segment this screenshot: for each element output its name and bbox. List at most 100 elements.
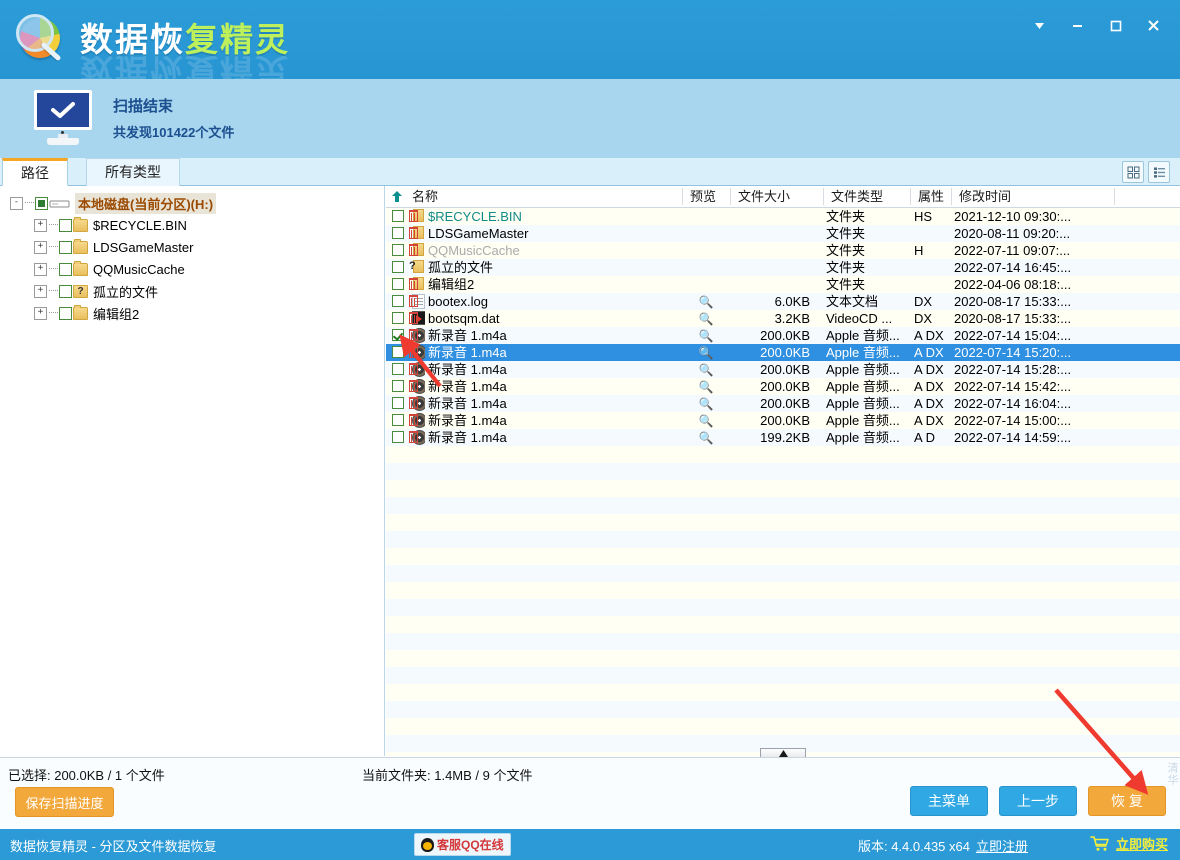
table-row[interactable]: bootex.log 🔍 6.0KB 文本文档 DX 2020-08-17 15:33:.… bbox=[386, 293, 1180, 310]
tree-checkbox[interactable] bbox=[59, 218, 72, 232]
row-file-name[interactable]: 新录音 1.m4a bbox=[428, 429, 668, 446]
tree-checkbox[interactable] bbox=[59, 262, 72, 276]
row-preview-cell[interactable]: 🔍 bbox=[686, 378, 726, 395]
tree-node-root[interactable]: - 本地磁盘(当前分区)(H:) bbox=[6, 192, 384, 214]
search-icon[interactable]: 🔍 bbox=[699, 414, 714, 428]
tab-path[interactable]: 路径 bbox=[2, 158, 68, 186]
tree-node-ldsgamemaster[interactable]: + LDSGameMaster bbox=[6, 236, 384, 258]
close-icon[interactable] bbox=[1134, 8, 1172, 42]
search-icon[interactable]: 🔍 bbox=[699, 380, 714, 394]
detail-view-icon[interactable] bbox=[1148, 161, 1170, 183]
row-checkbox[interactable] bbox=[392, 312, 404, 324]
search-icon[interactable]: 🔍 bbox=[699, 329, 714, 343]
column-header-size[interactable]: 文件大小 bbox=[732, 186, 824, 207]
tree-expander-icon[interactable]: - bbox=[10, 196, 23, 210]
column-header-attr[interactable]: 属性 bbox=[912, 186, 952, 207]
row-checkbox-cell[interactable] bbox=[392, 244, 406, 257]
search-icon[interactable]: 🔍 bbox=[699, 346, 714, 360]
table-row[interactable]: ? 孤立的文件 文件夹 2022-07-14 16:45:... bbox=[386, 259, 1180, 276]
row-preview-cell[interactable]: 🔍 bbox=[686, 429, 726, 446]
table-row[interactable]: bootsqm.dat 🔍 3.2KB VideoCD ... DX 2020-08-17… bbox=[386, 310, 1180, 327]
table-row[interactable]: 新录音 1.m4a 🔍 200.0KB Apple 音频... A DX 2022-07-… bbox=[386, 395, 1180, 412]
tree-expander-icon[interactable]: + bbox=[34, 262, 47, 276]
row-checkbox-cell[interactable] bbox=[392, 261, 406, 274]
tree-node-qqmusiccache[interactable]: + QQMusicCache bbox=[6, 258, 384, 280]
tree-node-editgroup2[interactable]: + 编辑组2 bbox=[6, 302, 384, 324]
row-checkbox-cell[interactable] bbox=[392, 227, 406, 240]
save-scan-progress-button[interactable]: 保存扫描进度 bbox=[15, 787, 114, 817]
row-checkbox-cell[interactable] bbox=[392, 414, 406, 427]
tree-expander-icon[interactable]: + bbox=[34, 218, 47, 232]
row-checkbox[interactable] bbox=[392, 329, 404, 341]
row-preview-cell[interactable] bbox=[686, 225, 726, 242]
row-checkbox[interactable] bbox=[392, 261, 404, 273]
row-file-name[interactable]: 新录音 1.m4a bbox=[428, 378, 668, 395]
row-checkbox-cell[interactable] bbox=[392, 295, 406, 308]
tree-checkbox[interactable] bbox=[59, 240, 72, 254]
row-file-name[interactable]: 新录音 1.m4a bbox=[428, 395, 668, 412]
row-checkbox[interactable] bbox=[392, 363, 404, 375]
search-icon[interactable]: 🔍 bbox=[699, 363, 714, 377]
row-file-name[interactable]: 新录音 1.m4a bbox=[428, 344, 668, 361]
table-row[interactable]: 编辑组2 文件夹 2022-04-06 08:18:... bbox=[386, 276, 1180, 293]
main-menu-button[interactable]: 主菜单 bbox=[910, 786, 988, 816]
row-checkbox-cell[interactable] bbox=[392, 210, 406, 223]
row-file-name[interactable]: 编辑组2 bbox=[428, 276, 668, 293]
row-preview-cell[interactable]: 🔍 bbox=[686, 310, 726, 327]
row-checkbox[interactable] bbox=[392, 431, 404, 443]
tree-node-orphan-files[interactable]: + ? 孤立的文件 bbox=[6, 280, 384, 302]
qq-support-button[interactable]: 客服QQ在线 bbox=[414, 833, 511, 856]
row-file-name[interactable]: $RECYCLE.BIN bbox=[428, 208, 668, 225]
row-checkbox-cell[interactable] bbox=[392, 380, 406, 393]
row-checkbox[interactable] bbox=[392, 346, 404, 358]
row-checkbox-cell[interactable] bbox=[392, 346, 406, 359]
tree-checkbox[interactable] bbox=[35, 196, 48, 210]
row-checkbox-cell[interactable] bbox=[392, 329, 406, 342]
tree-expander-icon[interactable]: + bbox=[34, 284, 47, 298]
column-header-preview[interactable]: 预览 bbox=[684, 186, 730, 207]
column-header-name[interactable]: 名称 bbox=[406, 186, 686, 207]
row-checkbox-cell[interactable] bbox=[392, 278, 406, 291]
row-checkbox[interactable] bbox=[392, 295, 404, 307]
tree-checkbox[interactable] bbox=[59, 284, 72, 298]
row-preview-cell[interactable]: 🔍 bbox=[686, 293, 726, 310]
tree-expander-icon[interactable]: + bbox=[34, 306, 47, 320]
tree-expander-icon[interactable]: + bbox=[34, 240, 47, 254]
table-row[interactable]: $RECYCLE.BIN 文件夹 HS 2021-12-10 09:30:... bbox=[386, 208, 1180, 225]
buy-now-button[interactable]: 立即购买 bbox=[1090, 834, 1168, 853]
row-checkbox[interactable] bbox=[392, 210, 404, 222]
table-row[interactable]: 新录音 1.m4a 🔍 199.2KB Apple 音频... A D 2022-07-1… bbox=[386, 429, 1180, 446]
row-preview-cell[interactable]: 🔍 bbox=[686, 395, 726, 412]
table-row[interactable]: 新录音 1.m4a 🔍 200.0KB Apple 音频... A DX 2022-07-… bbox=[386, 361, 1180, 378]
row-file-name[interactable]: 新录音 1.m4a bbox=[428, 327, 668, 344]
search-icon[interactable]: 🔍 bbox=[699, 397, 714, 411]
row-checkbox[interactable] bbox=[392, 397, 404, 409]
row-file-name[interactable]: QQMusicCache bbox=[428, 242, 668, 259]
row-preview-cell[interactable]: 🔍 bbox=[686, 327, 726, 344]
table-row[interactable]: 新录音 1.m4a 🔍 200.0KB Apple 音频... A DX 2022-07-… bbox=[386, 412, 1180, 429]
tree-checkbox[interactable] bbox=[59, 306, 72, 320]
previous-step-button[interactable]: 上一步 bbox=[999, 786, 1077, 816]
row-preview-cell[interactable] bbox=[686, 208, 726, 225]
row-preview-cell[interactable]: 🔍 bbox=[686, 361, 726, 378]
row-checkbox-cell[interactable] bbox=[392, 431, 406, 444]
row-file-name[interactable]: 新录音 1.m4a bbox=[428, 361, 668, 378]
column-header-type[interactable]: 文件类型 bbox=[825, 186, 911, 207]
row-checkbox-cell[interactable] bbox=[392, 312, 406, 325]
row-preview-cell[interactable] bbox=[686, 276, 726, 293]
search-icon[interactable]: 🔍 bbox=[699, 431, 714, 445]
tree-node-recycle-bin[interactable]: + $RECYCLE.BIN bbox=[6, 214, 384, 236]
row-preview-cell[interactable] bbox=[686, 259, 726, 276]
row-file-name[interactable]: LDSGameMaster bbox=[428, 225, 668, 242]
search-icon[interactable]: 🔍 bbox=[699, 295, 714, 309]
sort-ascending-icon[interactable] bbox=[391, 190, 403, 206]
row-checkbox-cell[interactable] bbox=[392, 397, 406, 410]
register-link[interactable]: 立即注册 bbox=[976, 839, 1028, 854]
grid-view-icon[interactable] bbox=[1122, 161, 1144, 183]
row-preview-cell[interactable]: 🔍 bbox=[686, 344, 726, 361]
minimize-icon[interactable] bbox=[1058, 8, 1096, 42]
file-list-panel[interactable]: 名称 预览 文件大小 文件类型 属性 修改时间 $RECYCLE.BIN 文件夹 H… bbox=[386, 186, 1180, 756]
row-preview-cell[interactable]: 🔍 bbox=[686, 412, 726, 429]
row-checkbox[interactable] bbox=[392, 244, 404, 256]
table-row[interactable]: LDSGameMaster 文件夹 2020-08-11 09:20:... bbox=[386, 225, 1180, 242]
